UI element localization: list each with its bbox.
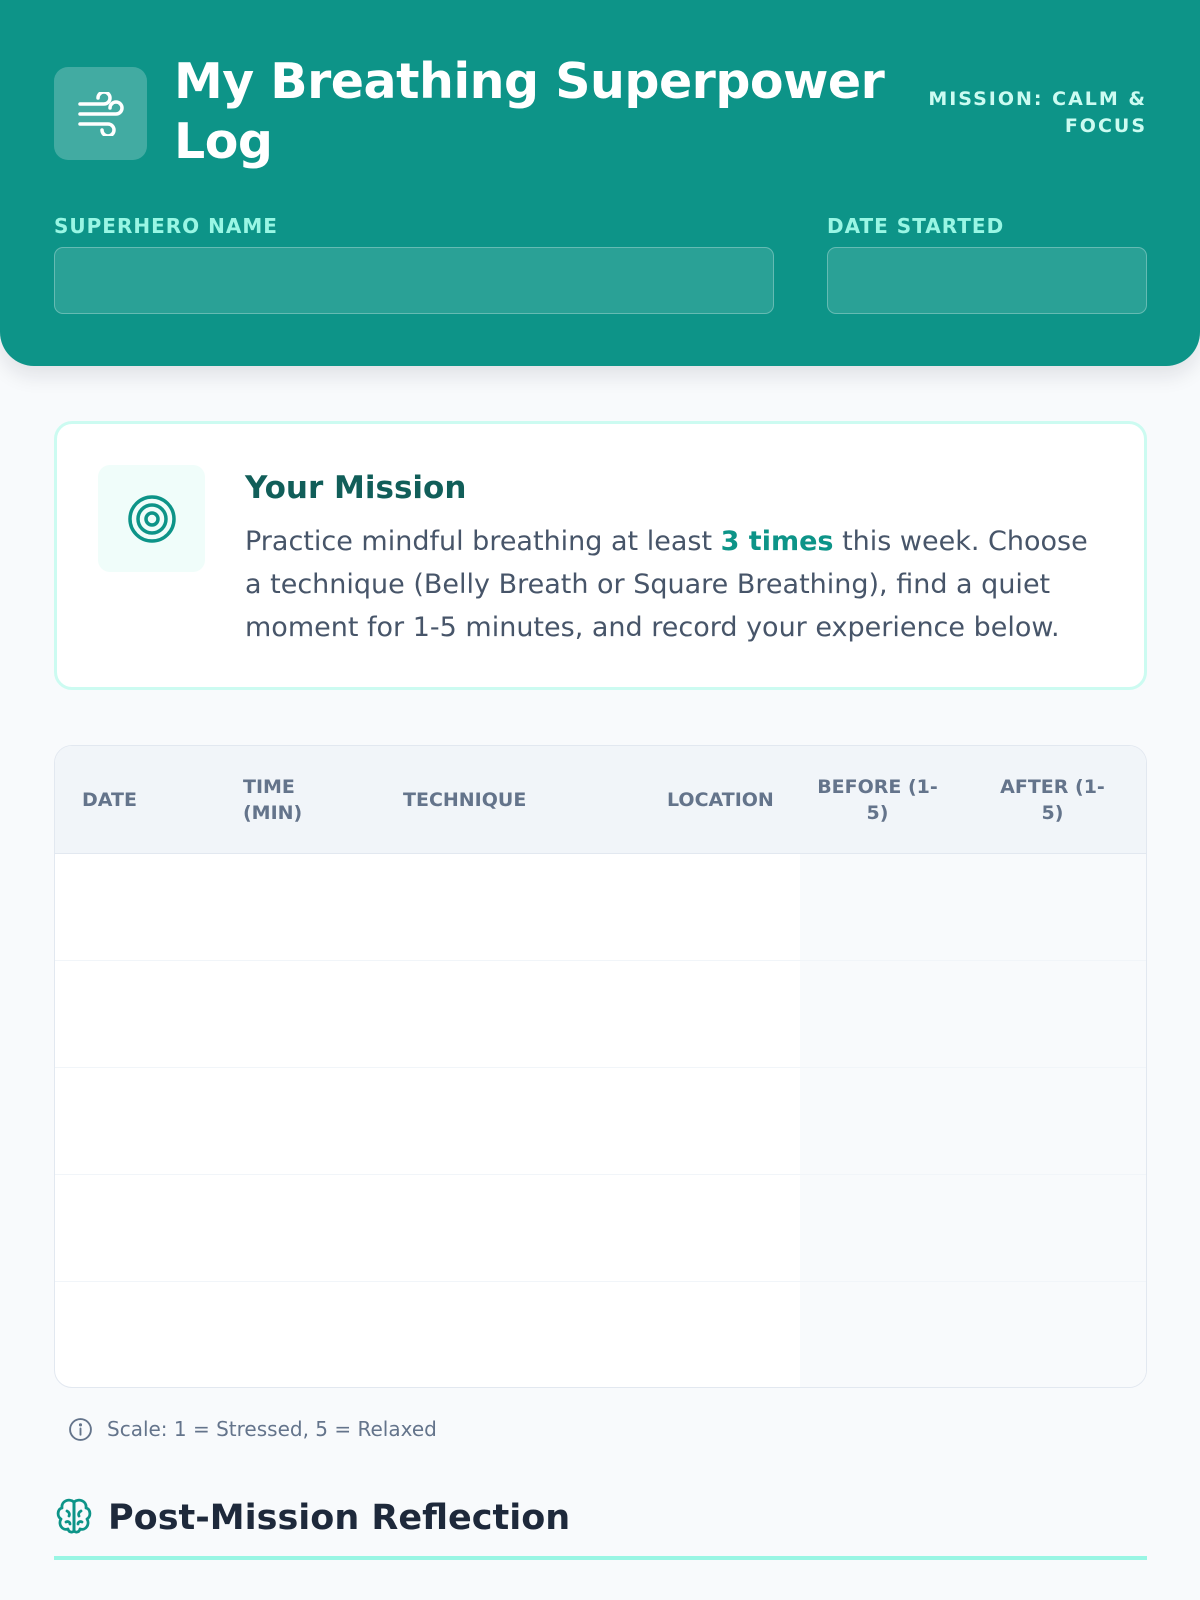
column-header-time: TIME (MIN) [243,776,303,824]
breathing-log-page: My Breathing Superpower Log MISSION: CAL… [0,0,1200,1600]
target-icon [127,494,176,543]
table-row[interactable] [55,1282,1146,1387]
header: My Breathing Superpower Log MISSION: CAL… [0,0,1200,366]
info-icon [69,1417,92,1441]
column-header-date: DATE [82,789,137,811]
scale-note-text: Scale: 1 = Stressed, 5 = Relaxed [107,1417,437,1441]
date-started-label: DATE STARTED [827,214,1005,238]
table-row[interactable] [55,1175,1146,1282]
column-header-before: BEFORE (1-5) [817,776,938,824]
page-title: My Breathing Superpower Log [174,53,885,170]
superhero-name-label: SUPERHERO NAME [54,214,278,238]
target-tile [98,465,205,572]
mission-highlight: 3 times [720,526,834,557]
mission-title: Your Mission [245,470,467,506]
mission-card: Your Mission Practice mindful breathing … [54,421,1147,690]
brain-icon [56,1498,92,1534]
column-header-location: LOCATION [667,789,774,811]
mission-text: Practice mindful breathing at least 3 ti… [245,520,1105,649]
date-started-input[interactable] [827,247,1147,314]
mission-tag: MISSION: CALM & FOCUS [928,88,1147,137]
table-row[interactable] [55,1068,1146,1175]
superhero-name-input[interactable] [54,247,774,314]
table-header: DATE TIME (MIN) TECHNIQUE LOCATION BEFOR… [55,746,1146,854]
reflection-title: Post-Mission Reflection [108,1498,571,1538]
scale-note: Scale: 1 = Stressed, 5 = Relaxed [68,1416,437,1442]
mission-text-before: Practice mindful breathing at least [245,526,721,557]
table-row[interactable] [55,854,1146,961]
table-row[interactable] [55,961,1146,1068]
logo-tile [54,67,147,160]
column-header-after: AFTER (1-5) [1000,776,1105,824]
reflection-heading: Post-Mission Reflection [54,1496,1147,1560]
wind-icon [77,91,124,136]
log-table: DATE TIME (MIN) TECHNIQUE LOCATION BEFOR… [54,745,1147,1388]
column-header-technique: TECHNIQUE [403,789,527,811]
